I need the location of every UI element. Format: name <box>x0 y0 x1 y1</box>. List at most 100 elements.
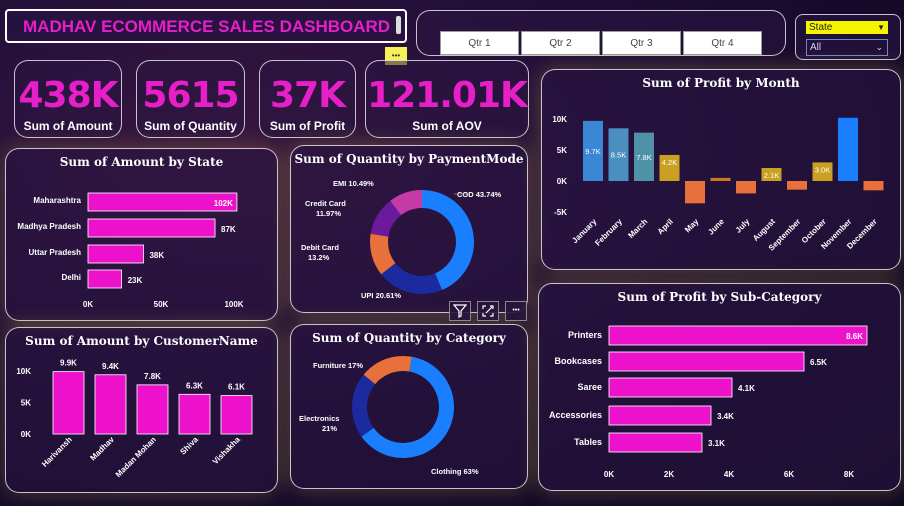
data-label: 6.3K <box>186 381 203 390</box>
tick-label: 0K <box>557 177 567 186</box>
category-label: Madhav <box>88 435 116 463</box>
data-label: 102K <box>214 199 233 208</box>
bar <box>608 351 805 372</box>
data-label: 9.4K <box>102 362 119 371</box>
category-label: June <box>706 217 726 237</box>
state-dropdown-value: All <box>810 42 822 53</box>
qtr-3-button[interactable]: Qtr 3 <box>602 31 681 55</box>
data-label: 3.4K <box>717 412 734 421</box>
bar <box>838 117 858 181</box>
tick-label: 0K <box>604 470 614 479</box>
donut-slice <box>422 190 474 291</box>
kpi-value: 121.01K <box>367 75 528 116</box>
bar <box>87 269 122 289</box>
bar <box>94 374 127 435</box>
category-label: Madhya Pradesh <box>17 222 81 231</box>
profit-by-month-panel: Sum of Profit by Month 10K 5K 0K -5K 9.7K Jan… <box>541 69 901 270</box>
title-scroll-handle[interactable] <box>396 16 401 34</box>
amount-by-customer-chart: 10K 5K 0K 9.9K Harivansh 9.4K Madhav 7.8K Madan … <box>16 359 253 479</box>
kpi-value: 37K <box>270 75 346 116</box>
bar <box>736 181 756 194</box>
data-label: 3.1K <box>708 439 725 448</box>
category-label: March <box>626 217 649 240</box>
kpi-card-aov: 121.01K Sum of AOV <box>365 60 529 138</box>
more-options-icon[interactable]: ••• <box>505 301 527 321</box>
quarter-slicer: Qtr 1 Qtr 2 Qtr 3 Qtr 4 <box>416 10 786 56</box>
bar <box>87 244 144 264</box>
state-dropdown[interactable]: All ⌄ <box>806 39 888 56</box>
kpi-label: Sum of Profit <box>269 119 346 133</box>
data-label: 23K <box>128 276 143 285</box>
kpi-value: 438K <box>18 75 118 116</box>
focus-mode-icon[interactable] <box>477 301 499 321</box>
category-label: Tables <box>574 437 602 447</box>
data-label: 9.7K <box>585 147 600 156</box>
amount-by-customer-panel: Sum of Amount by CustomerName 10K 5K 0K 9.9… <box>5 327 278 493</box>
data-label: UPI 20.61% <box>361 291 401 300</box>
data-label: 38K <box>149 251 164 260</box>
data-label: Clothing 63% <box>431 467 479 476</box>
filter-icon[interactable] <box>449 301 471 321</box>
data-label: Furniture 17% <box>313 361 363 370</box>
tick-label: 100K <box>224 300 243 309</box>
category-label: Maharashtra <box>33 196 81 205</box>
profit-by-subcategory-panel: Sum of Profit by Sub-Category Printers 8.… <box>538 283 901 491</box>
tick-label: 6K <box>784 470 794 479</box>
data-label: 4.2K <box>662 158 677 167</box>
quantity-by-payment-chart: COD 43.74% UPI 20.61% Debit Card13.2% Credi… <box>301 179 502 300</box>
state-filter: State ▼ All ⌄ <box>795 14 901 60</box>
chevron-down-icon: ⌄ <box>875 42 883 52</box>
data-label: Electronics <box>299 414 339 423</box>
bar <box>710 177 731 181</box>
data-label: EMI 10.49% <box>333 179 374 188</box>
tick-label: 4K <box>724 470 734 479</box>
data-label: 2.1K <box>764 171 779 180</box>
data-label: 3.0K <box>815 165 830 174</box>
donut-slice <box>363 356 412 385</box>
category-label: May <box>683 217 701 235</box>
data-label: 7.8K <box>144 372 161 381</box>
data-label: 7.8K <box>636 153 651 162</box>
bar <box>608 377 733 398</box>
category-label: February <box>593 217 624 248</box>
data-label: 9.9K <box>60 359 77 368</box>
bar <box>52 371 85 435</box>
bar <box>608 405 712 426</box>
tick-label: 2K <box>664 470 674 479</box>
kpi-label: Sum of AOV <box>412 119 482 133</box>
state-filter-label: State <box>809 22 833 33</box>
qtr-2-button[interactable]: Qtr 2 <box>521 31 600 55</box>
category-label: Uttar Pradesh <box>29 248 82 257</box>
category-label: Shiva <box>178 435 200 457</box>
tick-label: 5K <box>557 146 567 155</box>
dashboard-title-box: MADHAV ECOMMERCE SALES DASHBOARD <box>5 9 407 43</box>
bar <box>136 384 169 435</box>
bar <box>178 393 211 435</box>
quantity-by-category-panel: Sum of Quantity by Category Clothing 63%… <box>290 324 528 489</box>
qtr-4-button[interactable]: Qtr 4 <box>683 31 762 55</box>
category-label: Delhi <box>61 273 81 282</box>
category-label: Madan Mohan <box>114 435 158 479</box>
data-label: 4.1K <box>738 384 755 393</box>
data-label: 6.1K <box>228 383 245 392</box>
profit-by-month-chart: 10K5K0K-5K9.7KJanuary8.5KFebruary7.8KMar… <box>552 115 884 253</box>
donut-slice <box>352 374 376 437</box>
chevron-down-icon: ▼ <box>877 23 885 32</box>
qtr-1-button[interactable]: Qtr 1 <box>440 31 519 55</box>
bar <box>787 181 807 190</box>
donut-slice <box>381 263 442 294</box>
category-label: Accessories <box>549 410 602 420</box>
bar <box>608 432 703 453</box>
dashboard-title: MADHAV ECOMMERCE SALES DASHBOARD <box>23 17 391 36</box>
tick-label: 50K <box>154 300 169 309</box>
tick-label: -5K <box>554 208 567 217</box>
kpi-card-quantity: 5615 Sum of Quantity <box>136 60 245 138</box>
category-label: Bookcases <box>554 356 602 366</box>
data-label: 6.5K <box>810 358 827 367</box>
data-label: Debit Card <box>301 243 339 252</box>
data-label: 11.97% <box>316 209 341 218</box>
state-filter-header[interactable]: State ▼ <box>806 21 888 34</box>
profit-by-subcategory-chart: Printers 8.6K Bookcases 6.5K Saree 4.1K Access… <box>549 325 868 479</box>
bar <box>608 325 868 346</box>
category-label: July <box>734 217 752 235</box>
